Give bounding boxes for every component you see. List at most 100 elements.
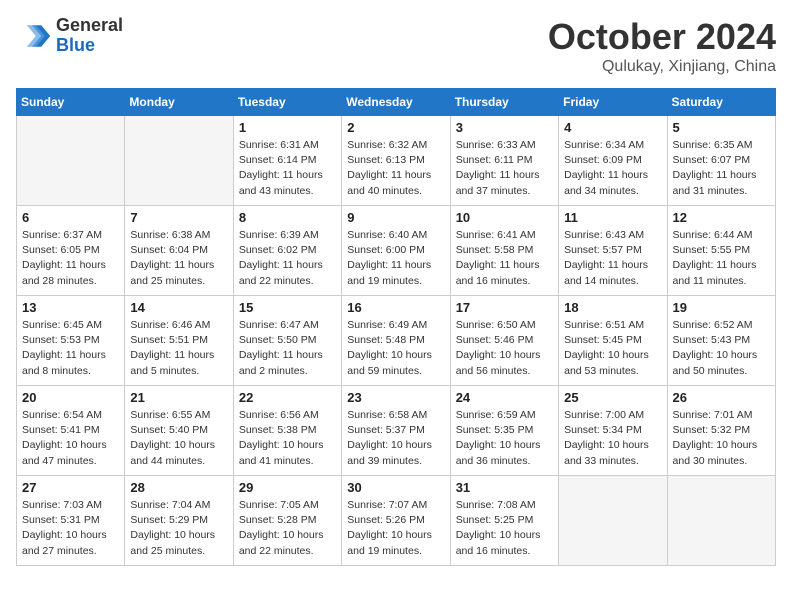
calendar-cell: 12 Sunrise: 6:44 AM Sunset: 5:55 PM Dayli…	[667, 206, 775, 296]
calendar-cell: 15Sunrise: 6:47 AM Sunset: 5:50 PM Dayli…	[233, 296, 341, 386]
calendar-cell	[17, 116, 125, 206]
calendar-cell: 9 Sunrise: 6:40 AM Sunset: 6:00 PM Daylig…	[342, 206, 450, 296]
day-number: 24	[456, 390, 553, 405]
calendar-cell: 23 Sunrise: 6:58 AM Sunset: 5:37 PM Dayli…	[342, 386, 450, 476]
day-number: 28	[130, 480, 227, 495]
day-info: Sunrise: 6:41 AM Sunset: 5:58 PM Dayligh…	[456, 228, 553, 289]
weekday-tuesday: Tuesday	[233, 89, 341, 116]
day-number: 17	[456, 300, 553, 315]
day-info: Sunrise: 7:05 AM Sunset: 5:28 PM Dayligh…	[239, 498, 336, 559]
calendar-cell: 22 Sunrise: 6:56 AM Sunset: 5:38 PM Dayli…	[233, 386, 341, 476]
day-info: Sunrise: 7:03 AM Sunset: 5:31 PM Dayligh…	[22, 498, 119, 559]
day-number: 8	[239, 210, 336, 225]
weekday-monday: Monday	[125, 89, 233, 116]
day-number: 21	[130, 390, 227, 405]
calendar-cell	[125, 116, 233, 206]
location-subtitle: Qulukay, Xinjiang, China	[548, 58, 776, 76]
day-info: Sunrise: 6:38 AM Sunset: 6:04 PM Dayligh…	[130, 228, 227, 289]
day-number: 12	[673, 210, 770, 225]
day-number: 11	[564, 210, 661, 225]
day-info: Sunrise: 6:33 AM Sunset: 6:11 PM Dayligh…	[456, 138, 553, 199]
day-number: 2	[347, 120, 444, 135]
day-number: 15	[239, 300, 336, 315]
day-info: Sunrise: 6:50 AM Sunset: 5:46 PM Dayligh…	[456, 318, 553, 379]
day-info: Sunrise: 6:59 AM Sunset: 5:35 PM Dayligh…	[456, 408, 553, 469]
calendar-cell: 24 Sunrise: 6:59 AM Sunset: 5:35 PM Dayli…	[450, 386, 558, 476]
day-info: Sunrise: 6:34 AM Sunset: 6:09 PM Dayligh…	[564, 138, 661, 199]
calendar-cell: 27Sunrise: 7:03 AM Sunset: 5:31 PM Dayli…	[17, 476, 125, 566]
day-number: 18	[564, 300, 661, 315]
day-info: Sunrise: 6:40 AM Sunset: 6:00 PM Dayligh…	[347, 228, 444, 289]
calendar-cell: 16 Sunrise: 6:49 AM Sunset: 5:48 PM Dayli…	[342, 296, 450, 386]
day-number: 25	[564, 390, 661, 405]
day-info: Sunrise: 6:49 AM Sunset: 5:48 PM Dayligh…	[347, 318, 444, 379]
logo: General Blue	[16, 16, 123, 56]
calendar-cell: 2 Sunrise: 6:32 AM Sunset: 6:13 PM Daylig…	[342, 116, 450, 206]
calendar-table: SundayMondayTuesdayWednesdayThursdayFrid…	[16, 88, 776, 566]
day-info: Sunrise: 6:44 AM Sunset: 5:55 PM Dayligh…	[673, 228, 770, 289]
weekday-saturday: Saturday	[667, 89, 775, 116]
day-number: 14	[130, 300, 227, 315]
day-info: Sunrise: 7:04 AM Sunset: 5:29 PM Dayligh…	[130, 498, 227, 559]
day-info: Sunrise: 6:32 AM Sunset: 6:13 PM Dayligh…	[347, 138, 444, 199]
weekday-header-row: SundayMondayTuesdayWednesdayThursdayFrid…	[17, 89, 776, 116]
weekday-wednesday: Wednesday	[342, 89, 450, 116]
day-number: 3	[456, 120, 553, 135]
weekday-sunday: Sunday	[17, 89, 125, 116]
day-number: 29	[239, 480, 336, 495]
calendar-cell: 29 Sunrise: 7:05 AM Sunset: 5:28 PM Dayli…	[233, 476, 341, 566]
calendar-cell: 7 Sunrise: 6:38 AM Sunset: 6:04 PM Daylig…	[125, 206, 233, 296]
day-info: Sunrise: 6:31 AM Sunset: 6:14 PM Dayligh…	[239, 138, 336, 199]
calendar-cell: 21 Sunrise: 6:55 AM Sunset: 5:40 PM Dayli…	[125, 386, 233, 476]
calendar-cell: 20 Sunrise: 6:54 AM Sunset: 5:41 PM Dayli…	[17, 386, 125, 476]
calendar-cell: 30 Sunrise: 7:07 AM Sunset: 5:26 PM Dayli…	[342, 476, 450, 566]
day-info: Sunrise: 6:45 AM Sunset: 5:53 PM Dayligh…	[22, 318, 119, 379]
day-number: 6	[22, 210, 119, 225]
day-number: 10	[456, 210, 553, 225]
week-row-1: 1 Sunrise: 6:31 AM Sunset: 6:14 PM Daylig…	[17, 116, 776, 206]
calendar-body: 1 Sunrise: 6:31 AM Sunset: 6:14 PM Daylig…	[17, 116, 776, 566]
calendar-cell	[559, 476, 667, 566]
day-number: 20	[22, 390, 119, 405]
day-info: Sunrise: 6:43 AM Sunset: 5:57 PM Dayligh…	[564, 228, 661, 289]
day-info: Sunrise: 7:07 AM Sunset: 5:26 PM Dayligh…	[347, 498, 444, 559]
calendar-cell: 28 Sunrise: 7:04 AM Sunset: 5:29 PM Dayli…	[125, 476, 233, 566]
month-title: October 2024	[548, 16, 776, 58]
day-info: Sunrise: 6:55 AM Sunset: 5:40 PM Dayligh…	[130, 408, 227, 469]
day-info: Sunrise: 6:51 AM Sunset: 5:45 PM Dayligh…	[564, 318, 661, 379]
calendar-cell: 6 Sunrise: 6:37 AM Sunset: 6:05 PM Daylig…	[17, 206, 125, 296]
day-number: 22	[239, 390, 336, 405]
day-number: 9	[347, 210, 444, 225]
day-number: 7	[130, 210, 227, 225]
calendar-cell: 1 Sunrise: 6:31 AM Sunset: 6:14 PM Daylig…	[233, 116, 341, 206]
calendar-cell: 14Sunrise: 6:46 AM Sunset: 5:51 PM Dayli…	[125, 296, 233, 386]
week-row-4: 20 Sunrise: 6:54 AM Sunset: 5:41 PM Dayli…	[17, 386, 776, 476]
day-info: Sunrise: 6:56 AM Sunset: 5:38 PM Dayligh…	[239, 408, 336, 469]
day-number: 13	[22, 300, 119, 315]
day-info: Sunrise: 6:52 AM Sunset: 5:43 PM Dayligh…	[673, 318, 770, 379]
calendar-cell: 10 Sunrise: 6:41 AM Sunset: 5:58 PM Dayli…	[450, 206, 558, 296]
day-number: 16	[347, 300, 444, 315]
calendar-cell: 17 Sunrise: 6:50 AM Sunset: 5:46 PM Dayli…	[450, 296, 558, 386]
day-info: Sunrise: 6:39 AM Sunset: 6:02 PM Dayligh…	[239, 228, 336, 289]
calendar-cell: 11 Sunrise: 6:43 AM Sunset: 5:57 PM Dayli…	[559, 206, 667, 296]
title-block: October 2024 Qulukay, Xinjiang, China	[548, 16, 776, 76]
day-number: 23	[347, 390, 444, 405]
calendar-cell: 8 Sunrise: 6:39 AM Sunset: 6:02 PM Daylig…	[233, 206, 341, 296]
day-info: Sunrise: 6:58 AM Sunset: 5:37 PM Dayligh…	[347, 408, 444, 469]
calendar-cell: 19Sunrise: 6:52 AM Sunset: 5:43 PM Dayli…	[667, 296, 775, 386]
calendar-cell: 18 Sunrise: 6:51 AM Sunset: 5:45 PM Dayli…	[559, 296, 667, 386]
day-number: 5	[673, 120, 770, 135]
calendar-cell: 3 Sunrise: 6:33 AM Sunset: 6:11 PM Daylig…	[450, 116, 558, 206]
day-info: Sunrise: 6:35 AM Sunset: 6:07 PM Dayligh…	[673, 138, 770, 199]
logo-icon	[16, 18, 52, 54]
week-row-3: 13 Sunrise: 6:45 AM Sunset: 5:53 PM Dayli…	[17, 296, 776, 386]
day-info: Sunrise: 6:54 AM Sunset: 5:41 PM Dayligh…	[22, 408, 119, 469]
calendar-cell: 31Sunrise: 7:08 AM Sunset: 5:25 PM Dayli…	[450, 476, 558, 566]
day-info: Sunrise: 6:37 AM Sunset: 6:05 PM Dayligh…	[22, 228, 119, 289]
day-number: 30	[347, 480, 444, 495]
day-number: 1	[239, 120, 336, 135]
calendar-cell: 5 Sunrise: 6:35 AM Sunset: 6:07 PM Daylig…	[667, 116, 775, 206]
calendar-cell: 13 Sunrise: 6:45 AM Sunset: 5:53 PM Dayli…	[17, 296, 125, 386]
day-info: Sunrise: 7:01 AM Sunset: 5:32 PM Dayligh…	[673, 408, 770, 469]
